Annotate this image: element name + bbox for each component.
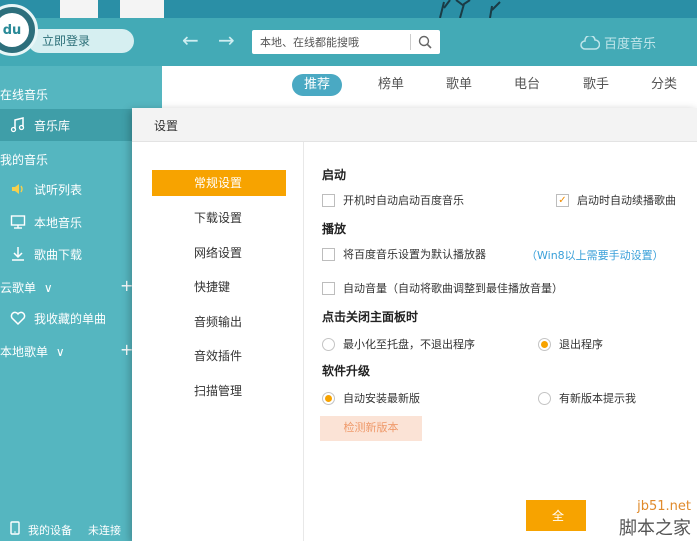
sidebar-section-label: 本地歌单 <box>0 345 49 359</box>
download-icon <box>10 246 26 262</box>
heart-icon <box>10 310 26 326</box>
device-status: 未连接 <box>88 523 121 537</box>
default-player-option[interactable]: 将百度音乐设置为默认播放器 <box>322 246 486 262</box>
menu-network[interactable]: 网络设置 <box>152 240 286 266</box>
auto-start-option[interactable]: 开机时自动启动百度音乐 <box>322 192 464 208</box>
tab-categories[interactable]: 分类 <box>639 74 689 96</box>
desktop-background <box>0 0 697 18</box>
playback-title: 播放 <box>322 222 347 236</box>
sidebar-section-label: 云歌单 <box>0 281 37 295</box>
auto-install-radio[interactable] <box>322 391 335 405</box>
back-arrow-icon[interactable]: ← <box>182 30 199 50</box>
search-box <box>252 30 440 54</box>
sidebar-section-online: 在线音乐 <box>0 88 49 102</box>
menu-download[interactable]: 下载设置 <box>152 205 286 231</box>
tab-radio[interactable]: 电台 <box>502 74 552 96</box>
option-label: 自动安装最新版 <box>343 392 420 405</box>
tab-charts[interactable]: 榜单 <box>366 74 416 96</box>
sidebar-item-label: 我收藏的单曲 <box>34 311 107 326</box>
option-label: 启动时自动续播歌曲 <box>577 194 676 207</box>
menu-audio-output[interactable]: 音频输出 <box>152 309 286 335</box>
desktop-file-icon <box>60 0 98 18</box>
option-label: 有新版本提示我 <box>559 392 636 405</box>
notify-option[interactable]: 有新版本提示我 <box>538 390 636 406</box>
sidebar-section-my-music: 我的音乐 <box>0 153 49 167</box>
tab-recommend[interactable]: 推荐 <box>292 74 343 96</box>
exit-radio[interactable] <box>538 337 551 351</box>
dialog-title: 设置 <box>154 119 179 133</box>
startup-title: 启动 <box>322 168 347 182</box>
forward-arrow-icon[interactable]: → <box>218 30 235 50</box>
auto-start-checkbox[interactable] <box>322 193 335 207</box>
tree-silhouette <box>439 0 501 18</box>
option-label: 自动音量（自动将歌曲调整到最佳播放音量） <box>343 282 563 295</box>
auto-volume-option[interactable]: 自动音量（自动将歌曲调整到最佳播放音量） <box>322 280 563 296</box>
settings-menu: 常规设置 下载设置 网络设置 快捷键 音频输出 音效插件 扫描管理 <box>132 142 304 541</box>
watermark-site: 脚本之家 <box>619 518 691 539</box>
device-bar[interactable]: 我的设备 未连接 <box>0 518 132 541</box>
dialog-title-bar[interactable]: 设置 <box>132 108 697 142</box>
sidebar-item-label: 歌曲下载 <box>34 247 83 262</box>
search-divider <box>410 34 411 50</box>
chevron-down-icon: ∨ <box>55 345 65 359</box>
default-player-checkbox[interactable] <box>322 247 335 261</box>
cloud-icon <box>580 35 600 50</box>
option-label: 开机时自动启动百度音乐 <box>343 194 464 207</box>
phone-icon <box>10 521 20 538</box>
chevron-down-icon: ∨ <box>43 281 53 295</box>
menu-general[interactable]: 常规设置 <box>152 170 286 196</box>
option-label: 退出程序 <box>559 338 603 351</box>
menu-shortcuts[interactable]: 快捷键 <box>152 274 286 300</box>
logo-text: du <box>0 13 29 47</box>
search-icon[interactable] <box>418 35 432 49</box>
sidebar-section-local-playlists[interactable]: 本地歌单 ∨ <box>0 343 65 360</box>
notify-radio[interactable] <box>538 391 551 405</box>
exit-option[interactable]: 退出程序 <box>538 336 603 352</box>
sidebar-item-label: 试听列表 <box>34 182 83 197</box>
auto-install-option[interactable]: 自动安装最新版 <box>322 390 420 406</box>
brand-logo: 百度音乐 <box>580 33 656 52</box>
minimize-radio[interactable] <box>322 337 335 351</box>
tab-playlists[interactable]: 歌单 <box>434 74 484 96</box>
speaker-icon <box>10 181 26 197</box>
close-panel-title: 点击关闭主面板时 <box>322 310 419 324</box>
sidebar-item-label: 本地音乐 <box>34 215 83 230</box>
menu-effects[interactable]: 音效插件 <box>152 343 286 369</box>
option-label: 最小化至托盘，不退出程序 <box>343 338 475 351</box>
settings-body: 启动 开机时自动启动百度音乐 ✓ 启动时自动续播歌曲 播放 将百度音乐设置为默认… <box>304 142 697 541</box>
watermark: jb51.net 脚本之家 <box>567 499 697 541</box>
minimize-option[interactable]: 最小化至托盘，不退出程序 <box>322 336 475 352</box>
device-label: 我的设备 <box>28 523 72 537</box>
menu-scan[interactable]: 扫描管理 <box>152 378 286 404</box>
desktop-document-icon <box>120 0 164 18</box>
monitor-icon <box>10 214 26 230</box>
main-tabs: 推荐 榜单 歌单 电台 歌手 分类 <box>162 74 697 100</box>
music-note-icon <box>10 117 26 133</box>
win8-note-link[interactable]: （Win8以上需要手动设置） <box>526 247 664 263</box>
sidebar-item-label: 音乐库 <box>34 118 71 133</box>
check-update-button[interactable]: 检测新版本 <box>320 416 422 441</box>
option-label: 将百度音乐设置为默认播放器 <box>343 248 486 261</box>
upgrade-title: 软件升级 <box>322 364 371 378</box>
watermark-url: jb51.net <box>637 499 691 514</box>
settings-dialog: 设置 常规设置 下载设置 网络设置 快捷键 音频输出 音效插件 扫描管理 启动 … <box>132 108 697 541</box>
brand-name: 百度音乐 <box>604 37 657 52</box>
auto-resume-checkbox[interactable]: ✓ <box>556 193 569 207</box>
sidebar-section-cloud-playlists[interactable]: 云歌单 ∨ <box>0 279 53 296</box>
app-header: 立即登录 ← → 百度音乐 <box>0 18 697 66</box>
auto-resume-option[interactable]: ✓ 启动时自动续播歌曲 <box>556 192 676 208</box>
auto-volume-checkbox[interactable] <box>322 281 335 295</box>
search-input[interactable] <box>252 30 408 54</box>
login-button[interactable]: 立即登录 <box>28 29 134 53</box>
tab-artists[interactable]: 歌手 <box>571 74 621 96</box>
